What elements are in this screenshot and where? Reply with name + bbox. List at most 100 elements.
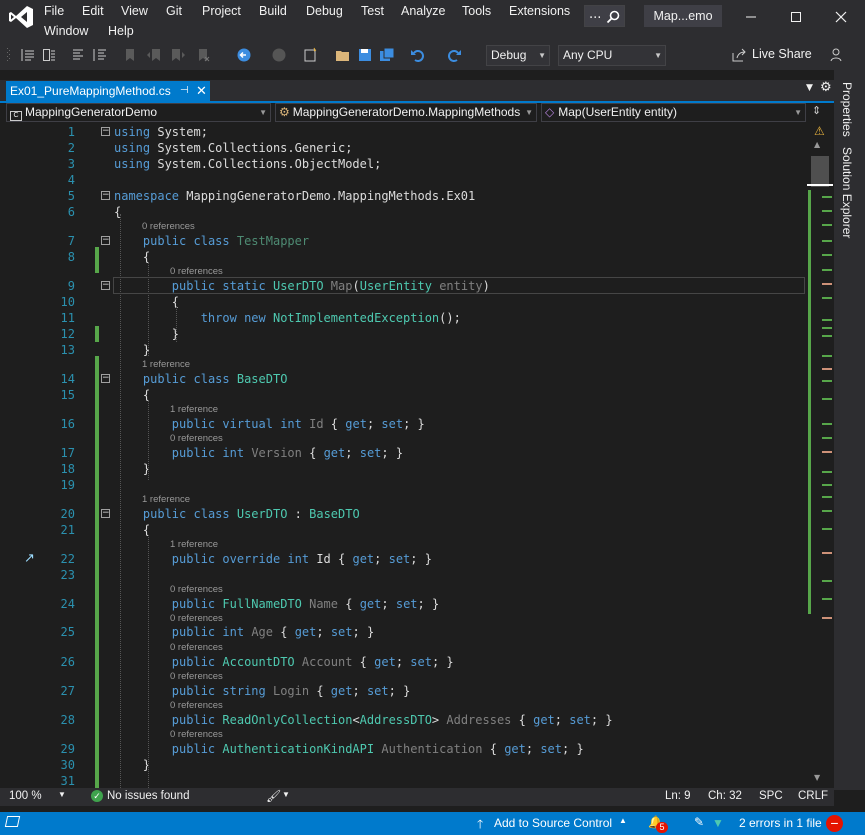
code-cleanup-icon[interactable]: 🖌 — [266, 789, 281, 803]
code-line[interactable]: { — [114, 295, 179, 309]
menu-project[interactable]: Project — [202, 4, 241, 18]
menu-extensions[interactable]: Extensions — [509, 4, 570, 18]
clear-bookmarks-icon[interactable] — [195, 47, 211, 63]
close-icon[interactable] — [832, 8, 850, 26]
save-icon[interactable] — [357, 47, 373, 63]
scroll-up-icon[interactable]: ▲ — [814, 140, 820, 149]
codelens-references[interactable]: 1 reference — [142, 359, 190, 370]
menu-analyze[interactable]: Analyze — [401, 4, 445, 18]
scroll-down-icon[interactable]: ▼ — [814, 773, 820, 782]
codelens-references[interactable]: 0 references — [170, 642, 223, 653]
solution-platform-dropdown[interactable]: Any CPU ▼ — [558, 45, 666, 66]
codelens-references[interactable]: 0 references — [170, 266, 223, 277]
bookmark-icon[interactable] — [122, 47, 138, 63]
pin-icon[interactable]: ⊣ — [180, 81, 189, 101]
collapse-toggle-icon[interactable]: − — [101, 191, 110, 200]
settings-gear-icon[interactable]: ⚙ — [820, 80, 832, 95]
project-navigation-dropdown[interactable]: C MappingGeneratorDemo ▼ — [6, 103, 271, 122]
codelens-references[interactable]: 0 references — [142, 221, 195, 232]
previous-bookmark-icon[interactable] — [146, 47, 162, 63]
menu-help[interactable]: Help — [108, 24, 134, 38]
menu-tools[interactable]: Tools — [462, 4, 491, 18]
add-to-source-control-button[interactable]: Add to Source Control — [494, 816, 612, 830]
code-line[interactable]: public int Age { get; set; } — [114, 625, 374, 639]
feedback-icon[interactable] — [829, 47, 845, 63]
scrollbar-thumb[interactable] — [811, 156, 829, 187]
menu-view[interactable]: View — [121, 4, 148, 18]
line-ending-mode[interactable]: CRLF — [798, 790, 828, 802]
menu-debug[interactable]: Debug — [306, 4, 343, 18]
menu-file[interactable]: File — [44, 4, 64, 18]
menu-build[interactable]: Build — [259, 4, 287, 18]
vue-logo-icon[interactable]: ▼ — [712, 816, 724, 830]
code-line[interactable]: public AccountDTO Account { get; set; } — [114, 655, 454, 669]
codelens-references[interactable]: 1 reference — [142, 494, 190, 505]
type-navigation-dropdown[interactable]: ⚙ MappingGeneratorDemo.MappingMethods ▼ — [275, 103, 537, 122]
notification-icon[interactable] — [4, 816, 21, 827]
chevron-down-icon[interactable]: ▼ — [282, 790, 290, 799]
code-line[interactable]: public int Version { get; set; } — [114, 446, 403, 460]
search-box[interactable]: ... — [584, 5, 625, 27]
codelens-references[interactable]: 0 references — [170, 613, 223, 624]
override-glyph-icon[interactable]: ↗ — [24, 551, 35, 566]
chevron-down-icon[interactable]: ▼ — [58, 790, 66, 799]
codelens-references[interactable]: 0 references — [170, 671, 223, 682]
code-line[interactable]: public class UserDTO : BaseDTO — [114, 507, 360, 521]
visual-studio-logo[interactable] — [8, 4, 34, 30]
maximize-icon[interactable] — [787, 8, 805, 26]
error-icon[interactable]: − — [826, 815, 843, 832]
next-bookmark-icon[interactable] — [170, 47, 186, 63]
code-line[interactable]: } — [114, 327, 179, 341]
collapse-toggle-icon[interactable]: − — [101, 281, 110, 290]
format-selection-icon[interactable] — [41, 47, 57, 63]
format-document-icon[interactable] — [20, 47, 36, 63]
code-line[interactable]: public string Login { get; set; } — [114, 684, 411, 698]
solution-configuration-dropdown[interactable]: Debug ▼ — [486, 45, 550, 66]
live-share-icon[interactable] — [731, 47, 747, 63]
navigate-back-icon[interactable] — [236, 47, 252, 63]
tab-properties[interactable]: Properties — [840, 82, 854, 137]
redo-icon[interactable] — [446, 47, 462, 63]
code-line[interactable]: public override int Id { get; set; } — [114, 552, 432, 566]
codelens-references[interactable]: 1 reference — [170, 404, 218, 415]
menu-git[interactable]: Git — [166, 4, 182, 18]
code-line[interactable]: using System.Collections.ObjectModel; — [114, 157, 381, 171]
code-line[interactable]: public virtual int Id { get; set; } — [114, 417, 425, 431]
build-icon[interactable]: ✎ — [694, 815, 704, 829]
whitespace-mode[interactable]: SPC — [759, 790, 783, 802]
code-line[interactable]: namespace MappingGeneratorDemo.MappingMe… — [114, 189, 475, 203]
collapse-toggle-icon[interactable]: − — [101, 374, 110, 383]
member-navigation-dropdown[interactable]: ◇ Map(UserEntity entity) ▼ — [541, 103, 806, 122]
issues-status[interactable]: No issues found — [107, 790, 189, 802]
code-line[interactable]: using System.Collections.Generic; — [114, 141, 352, 155]
code-line[interactable]: public FullNameDTO Name { get; set; } — [114, 597, 439, 611]
codelens-references[interactable]: 0 references — [170, 700, 223, 711]
code-line[interactable]: using System; — [114, 125, 208, 139]
live-share-button[interactable]: Live Share — [752, 47, 812, 61]
collapse-toggle-icon[interactable]: − — [101, 509, 110, 518]
tab-solution-explorer[interactable]: Solution Explorer — [840, 147, 854, 238]
uncomment-lines-icon[interactable] — [92, 47, 108, 63]
open-file-icon[interactable] — [335, 47, 351, 63]
codelens-references[interactable]: 0 references — [170, 433, 223, 444]
solution-title[interactable]: Map...emo — [644, 5, 722, 27]
comment-lines-icon[interactable] — [70, 47, 86, 63]
code-line[interactable]: public class TestMapper — [114, 234, 309, 248]
tab-ex01-pure-mapping-method[interactable]: Ex01_PureMappingMethod.cs ⊣ ✕ — [6, 81, 210, 102]
collapse-toggle-icon[interactable]: − — [101, 127, 110, 136]
close-tab-icon[interactable]: ✕ — [196, 81, 207, 101]
chevron-up-icon[interactable]: ▲ — [619, 816, 627, 825]
new-project-icon[interactable] — [302, 47, 318, 63]
code-line[interactable]: throw new NotImplementedException(); — [114, 311, 461, 325]
undo-icon[interactable] — [410, 47, 426, 63]
save-all-icon[interactable] — [379, 47, 395, 63]
menu-edit[interactable]: Edit — [82, 4, 104, 18]
collapse-toggle-icon[interactable]: − — [101, 236, 110, 245]
tab-overflow-icon[interactable]: ▼ — [806, 83, 813, 93]
menu-test[interactable]: Test — [361, 4, 384, 18]
error-count[interactable]: 2 errors in 1 file — [739, 816, 822, 830]
codelens-references[interactable]: 0 references — [170, 584, 223, 595]
codelens-references[interactable]: 1 reference — [170, 539, 218, 550]
zoom-level[interactable]: 100 % — [9, 790, 42, 802]
code-line[interactable]: public ReadOnlyCollection<AddressDTO> Ad… — [114, 713, 613, 727]
